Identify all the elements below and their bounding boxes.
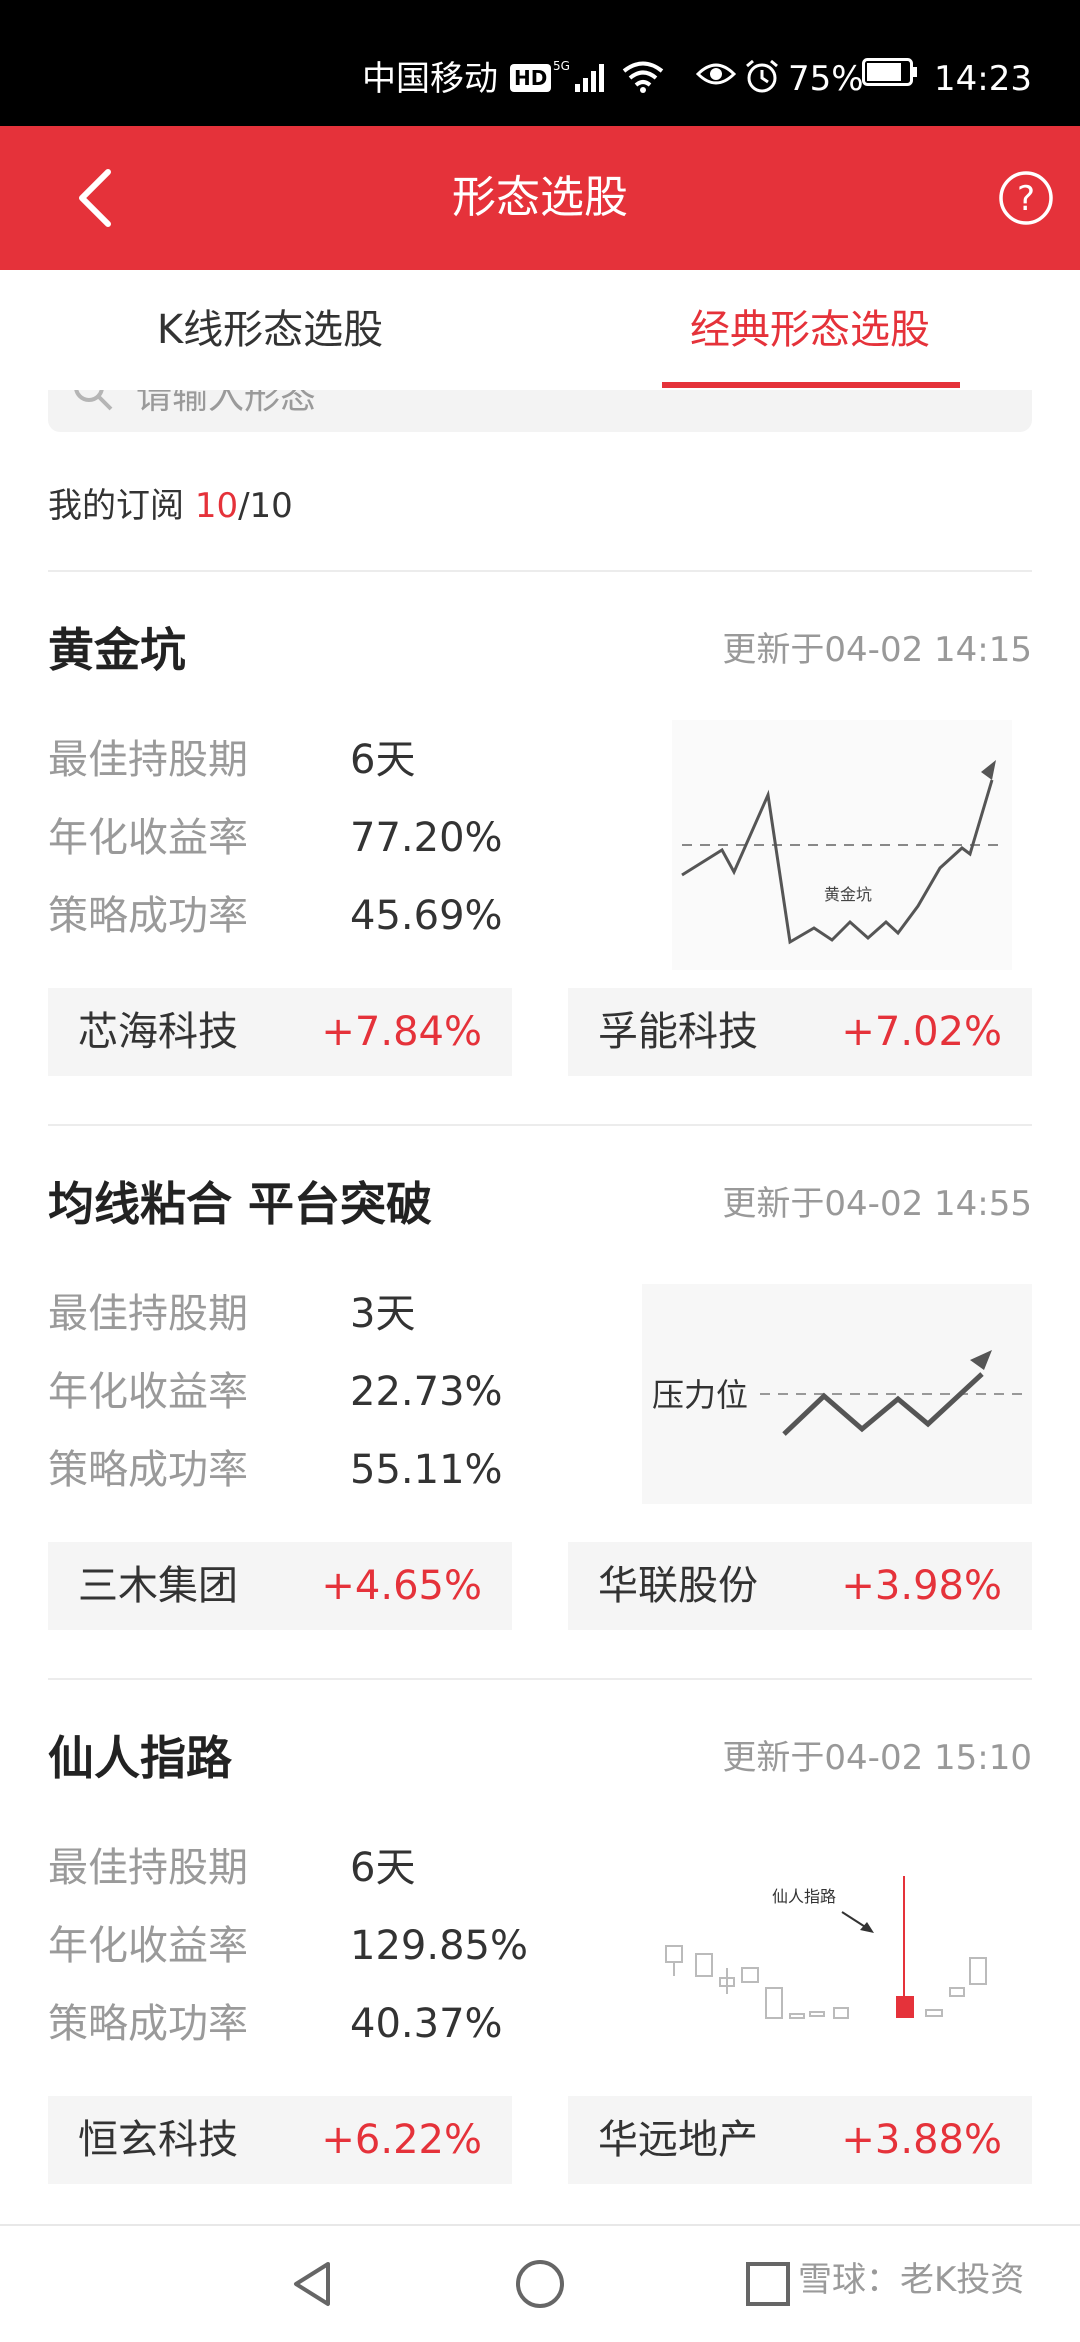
stock-item[interactable]: 恒玄科技 +6.22%: [48, 2096, 512, 2184]
stat-label: 策略成功率: [48, 893, 248, 939]
stock-change: +3.98%: [841, 1563, 1002, 1609]
app-header: 形态选股 ?: [0, 126, 1080, 270]
stat-label: 策略成功率: [48, 1447, 248, 1493]
stock-name: 孚能科技: [598, 1009, 758, 1055]
stat-value: 77.20%: [350, 815, 503, 861]
card-title: 黄金坑: [48, 623, 186, 677]
divider: [48, 570, 1032, 572]
hd-badge: HD: [510, 64, 552, 92]
wifi-icon: [622, 61, 664, 93]
card-updated-time: 更新于04-02 15:10: [722, 1738, 1032, 1778]
clock: 14:23: [934, 59, 1032, 99]
search-icon: [74, 390, 113, 411]
watermark: 雪球：老K投资: [798, 2260, 1025, 2300]
stock-name: 华联股份: [598, 1563, 758, 1609]
search-bar[interactable]: [48, 390, 1032, 432]
eye-comfort-icon: [696, 63, 736, 85]
stat-value: 22.73%: [350, 1369, 503, 1415]
help-icon[interactable]: ?: [998, 170, 1054, 226]
status-bar: 中国移动 HD 5G 75% 14:23: [0, 0, 1080, 126]
stock-change: +3.88%: [841, 2117, 1002, 2163]
stock-name: 华远地产: [598, 2117, 758, 2163]
divider: [48, 1678, 1032, 1680]
stat-label: 最佳持股期: [48, 737, 248, 783]
subscription-count: 我的订阅 10/10: [48, 484, 293, 528]
stock-name: 三木集团: [78, 1563, 238, 1609]
subscription-total: /10: [238, 486, 293, 526]
stat-label: 最佳持股期: [48, 1291, 248, 1337]
stock-item[interactable]: 三木集团 +4.65%: [48, 1542, 512, 1630]
card-title: 均线粘合 平台突破: [48, 1177, 433, 1231]
pattern-label: 仙人指路: [772, 1887, 836, 1906]
search-input[interactable]: [136, 390, 836, 417]
stock-name: 恒玄科技: [78, 2117, 238, 2163]
stock-change: +7.84%: [321, 1009, 482, 1055]
system-nav-bar: 雪球：老K投资: [0, 2224, 1080, 2342]
stat-label: 年化收益率: [48, 815, 248, 861]
golden-pit-pattern-diagram: 黄金坑: [672, 720, 1012, 970]
tab-classic-pattern[interactable]: 经典形态选股: [540, 304, 1080, 356]
alarm-icon: [746, 59, 778, 93]
stat-value: 55.11%: [350, 1447, 503, 1493]
subscription-label: 我的订阅: [48, 486, 195, 526]
stat-value: 129.85%: [350, 1923, 528, 1969]
stock-change: +6.22%: [321, 2117, 482, 2163]
card-updated-time: 更新于04-02 14:15: [722, 630, 1032, 670]
page-title: 形态选股: [452, 172, 628, 223]
stock-change: +7.02%: [841, 1009, 1002, 1055]
stat-value: 45.69%: [350, 893, 503, 939]
stat-label: 策略成功率: [48, 2001, 248, 2047]
pattern-label: 黄金坑: [824, 885, 872, 904]
stat-label: 年化收益率: [48, 1369, 248, 1415]
stat-value: 40.37%: [350, 2001, 503, 2047]
stock-item[interactable]: 孚能科技 +7.02%: [568, 988, 1032, 1076]
nav-back-icon[interactable]: [284, 2256, 340, 2312]
network-type: 5G: [553, 59, 570, 73]
stat-value: 6天: [350, 737, 416, 783]
stock-change: +4.65%: [321, 1563, 482, 1609]
carrier-label: 中国移动: [362, 59, 498, 99]
card-title: 仙人指路: [48, 1731, 232, 1785]
signal-icon: 5G: [553, 59, 604, 92]
stat-label: 年化收益率: [48, 1923, 248, 1969]
stock-name: 芯海科技: [78, 1009, 238, 1055]
card-updated-time: 更新于04-02 14:55: [722, 1184, 1032, 1224]
battery-percent: 75%: [788, 59, 864, 99]
stat-value: 3天: [350, 1291, 416, 1337]
immortal-guide-pattern-diagram: 仙人指路: [652, 1868, 1012, 2048]
divider: [48, 1124, 1032, 1126]
active-tab-indicator: [662, 382, 960, 388]
stock-item[interactable]: 华联股份 +3.98%: [568, 1542, 1032, 1630]
tab-kline-pattern[interactable]: K线形态选股: [0, 304, 540, 356]
nav-recents-icon[interactable]: [740, 2256, 796, 2312]
breakout-pattern-diagram: 压力位: [642, 1284, 1032, 1504]
nav-home-icon[interactable]: [512, 2256, 568, 2312]
stock-item[interactable]: 芯海科技 +7.84%: [48, 988, 512, 1076]
svg-text:?: ?: [1017, 179, 1035, 219]
stat-label: 最佳持股期: [48, 1845, 248, 1891]
tab-bar: K线形态选股 经典形态选股: [0, 270, 1080, 390]
battery-icon: [862, 58, 917, 86]
subscription-current: 10: [194, 486, 239, 526]
stat-value: 6天: [350, 1845, 416, 1891]
stock-item[interactable]: 华远地产 +3.88%: [568, 2096, 1032, 2184]
pattern-label: 压力位: [652, 1376, 748, 1414]
